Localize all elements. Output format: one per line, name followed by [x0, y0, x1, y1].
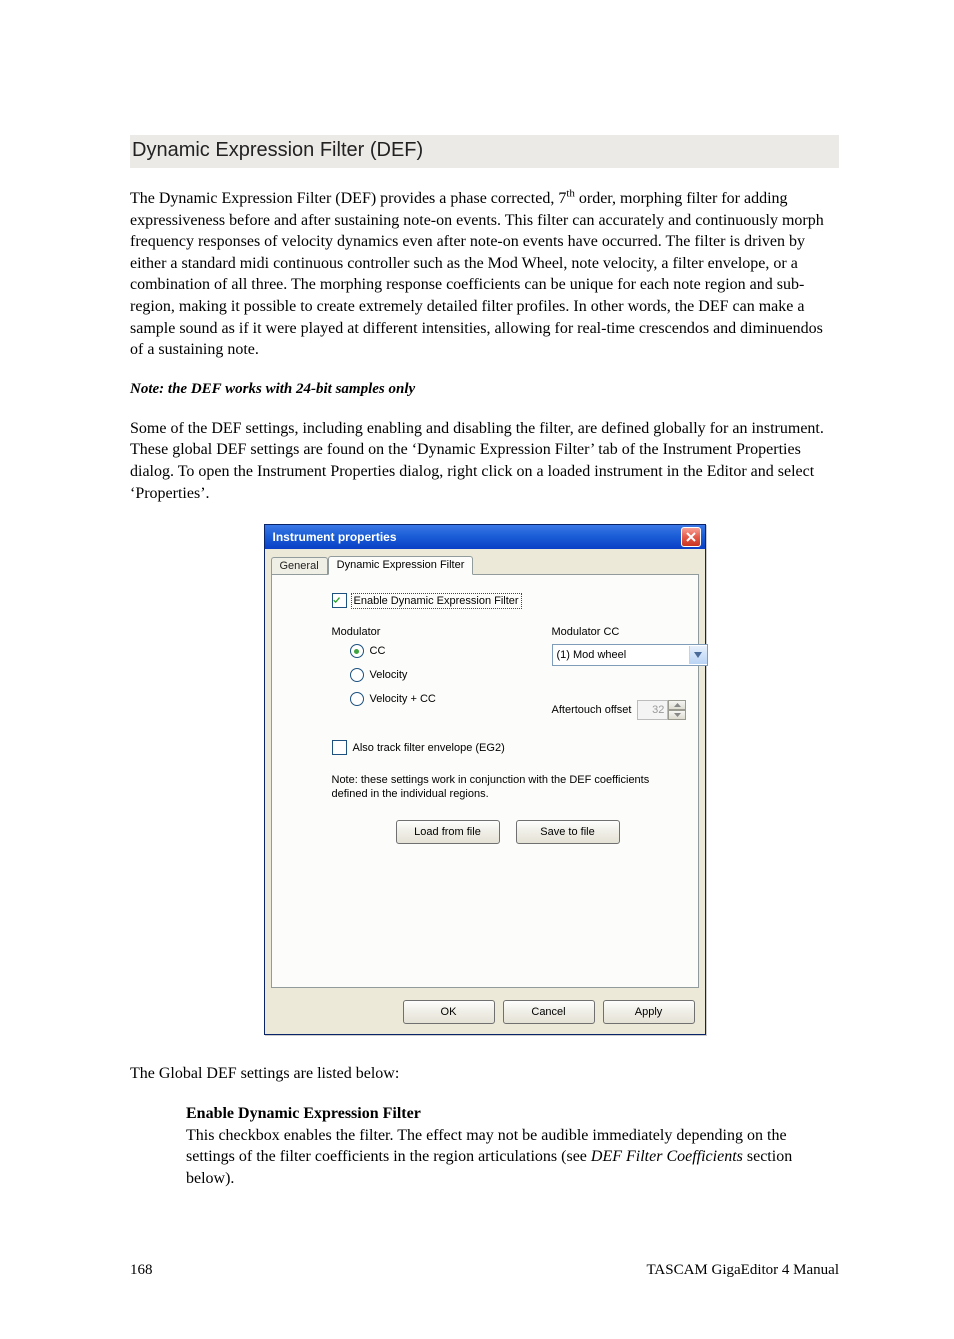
apply-rest: pply	[642, 1006, 662, 1018]
section-heading: Dynamic Expression Filter (DEF)	[130, 135, 839, 168]
radio-velocity-label: Velocity	[370, 669, 408, 681]
def-desc-enable: This checkbox enables the filter. The ef…	[186, 1125, 839, 1190]
text: order, morphing filter for adding expres…	[130, 190, 824, 358]
text: The Dynamic Expression Filter (DEF) prov…	[130, 190, 566, 207]
radio-velocity-cc[interactable]	[350, 692, 364, 706]
ordinal-suffix: th	[566, 188, 575, 200]
modulator-label: Modulator	[332, 626, 512, 638]
apply-button[interactable]: Apply	[603, 1000, 695, 1024]
dialog-title: Instrument properties	[273, 530, 397, 544]
radio-velocity-row[interactable]: Velocity	[350, 668, 512, 682]
note-24bit: Note: the DEF works with 24-bit samples …	[130, 381, 839, 398]
page-number: 168	[130, 1262, 153, 1279]
intro-paragraph: The Dynamic Expression Filter (DEF) prov…	[130, 188, 839, 361]
radio-velocity-cc-row[interactable]: Velocity + CC	[350, 692, 512, 706]
dialog-titlebar[interactable]: Instrument properties	[265, 525, 705, 549]
radio-velocity[interactable]	[350, 668, 364, 682]
modulator-cc-combo[interactable]: (1) Mod wheel	[552, 644, 708, 666]
aftertouch-label: Aftertouch offset	[552, 704, 632, 716]
cancel-button[interactable]: Cancel	[503, 1000, 595, 1024]
radio-velocity-cc-label: Velocity + CC	[370, 693, 436, 705]
track-eg2-row[interactable]: Also track filter envelope (EG2)	[332, 740, 684, 755]
def-term-enable: Enable Dynamic Expression Filter	[186, 1105, 839, 1123]
tab-panel-def: Enable Dynamic Expression Filter Modulat…	[271, 574, 699, 988]
modulator-cc-value: (1) Mod wheel	[557, 649, 627, 661]
modulator-cc-label: Modulator CC	[552, 626, 708, 638]
load-from-file-button[interactable]: Load from file	[396, 820, 500, 844]
aftertouch-value[interactable]: 32	[637, 700, 668, 720]
global-settings-paragraph: Some of the DEF settings, including enab…	[130, 418, 839, 504]
ok-button[interactable]: OK	[403, 1000, 495, 1024]
chevron-down-icon[interactable]	[689, 646, 707, 664]
tab-general[interactable]: General	[271, 557, 328, 575]
tab-def[interactable]: Dynamic Expression Filter	[328, 556, 474, 575]
track-eg2-checkbox[interactable]	[332, 740, 347, 755]
dialog-footer: OK Cancel Apply	[265, 994, 705, 1034]
ref-def-filter-coefficients: DEF Filter Coefficients	[591, 1148, 743, 1165]
listed-below-paragraph: The Global DEF settings are listed below…	[130, 1063, 839, 1085]
spin-down-button[interactable]	[668, 710, 686, 720]
tabs: General Dynamic Expression Filter	[265, 549, 705, 574]
track-eg2-label: Also track filter envelope (EG2)	[353, 742, 505, 754]
enable-def-row[interactable]: Enable Dynamic Expression Filter	[332, 593, 684, 608]
radio-cc-label: CC	[370, 645, 386, 657]
dialog-note-text: Note: these settings work in conjunction…	[332, 773, 684, 802]
close-button[interactable]	[681, 527, 701, 547]
close-icon	[686, 532, 696, 542]
instrument-properties-dialog: Instrument properties General Dynamic Ex…	[264, 524, 706, 1035]
save-to-file-button[interactable]: Save to file	[516, 820, 620, 844]
checkmark-icon	[333, 595, 340, 606]
manual-title-footer: TASCAM GigaEditor 4 Manual	[646, 1262, 839, 1279]
aftertouch-spinner[interactable]: 32	[637, 700, 686, 720]
radio-cc[interactable]	[350, 644, 364, 658]
apply-mnemonic: A	[635, 1006, 642, 1018]
enable-def-label: Enable Dynamic Expression Filter	[353, 595, 520, 607]
enable-def-checkbox[interactable]	[332, 593, 347, 608]
spin-up-button[interactable]	[668, 700, 686, 710]
radio-cc-row[interactable]: CC	[350, 644, 512, 658]
